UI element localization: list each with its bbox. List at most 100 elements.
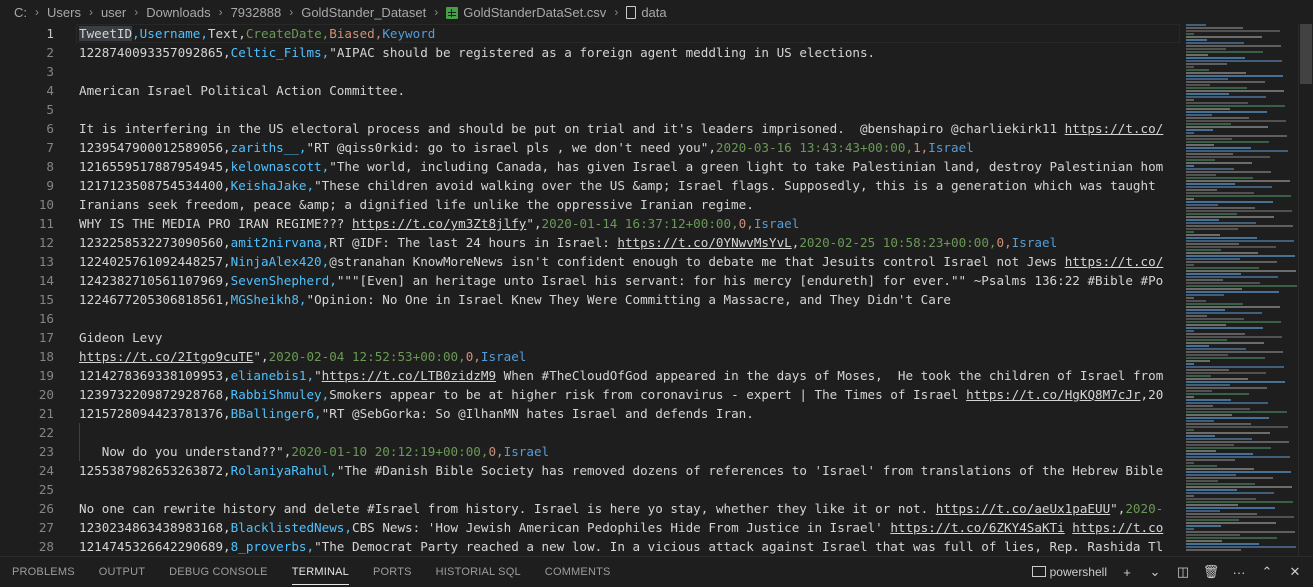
minimap-line bbox=[1186, 246, 1276, 248]
panel-tab-problems[interactable]: PROBLEMS bbox=[0, 557, 87, 587]
code-line[interactable]: 10 Iranians seek freedom, peace &amp; a d… bbox=[0, 195, 1180, 214]
breadcrumb-item[interactable]: C: bbox=[12, 5, 29, 20]
breadcrumb-item[interactable]: GoldStander_Dataset bbox=[299, 5, 428, 20]
code-line[interactable]: 25 bbox=[0, 480, 1180, 499]
code-line[interactable]: 15 1224677205306818561,MGSheikh8,"Opinion… bbox=[0, 290, 1180, 309]
split-icon[interactable]: ◫ bbox=[1175, 564, 1191, 580]
minimap-line bbox=[1186, 78, 1228, 80]
panel-tab-debug-console[interactable]: DEBUG CONSOLE bbox=[157, 557, 280, 587]
minimap-line bbox=[1186, 417, 1269, 419]
code-line[interactable]: 22 bbox=[0, 423, 1180, 442]
csv-token: zariths__, bbox=[230, 140, 307, 155]
minimap-line bbox=[1186, 180, 1290, 182]
csv-token: amit2nirvana, bbox=[230, 235, 330, 250]
code-line[interactable]: 11 WHY IS THE MEDIA PRO IRAN REGIME??? ht… bbox=[0, 214, 1180, 233]
link-token[interactable]: https://t.co/ym3Zt8jlfy bbox=[352, 216, 526, 231]
code-line[interactable]: 14 1242382710561107969,SevenShepherd,"""[… bbox=[0, 271, 1180, 290]
trash-icon[interactable]: 🗑 bbox=[1203, 564, 1220, 580]
code-line[interactable]: 8 1216559517887954945,kelownascott,"The w… bbox=[0, 157, 1180, 176]
csv-token: ,Username, bbox=[132, 26, 208, 41]
code-line[interactable]: 7 1239547900012589056,zariths__,"RT @qiss… bbox=[0, 138, 1180, 157]
code-line[interactable]: 5 bbox=[0, 100, 1180, 119]
more-icon[interactable]: ··· bbox=[1231, 564, 1247, 580]
minimap[interactable] bbox=[1186, 24, 1298, 556]
code-line[interactable]: 12 1232258532273090560,amit2nirvana,RT @I… bbox=[0, 233, 1180, 252]
csv-token: 2020-02-25 10:58:23+00:00, bbox=[799, 235, 997, 250]
code-line[interactable]: 20 1239732209872928768,RabbiShmuley,Smoke… bbox=[0, 385, 1180, 404]
scroll-thumb[interactable] bbox=[1300, 24, 1312, 84]
code-line[interactable]: 16 bbox=[0, 309, 1180, 328]
panel-tab-output[interactable]: OUTPUT bbox=[87, 557, 157, 587]
breadcrumb-item[interactable]: user bbox=[99, 5, 128, 20]
breadcrumb-item[interactable]: GoldStanderDataSet.csv bbox=[444, 5, 608, 20]
code-line[interactable]: 21 1215728094423781376,BBallinger6,"RT @S… bbox=[0, 404, 1180, 423]
panel-tab-comments[interactable]: COMMENTS bbox=[533, 557, 623, 587]
csv-token: kelownascott, bbox=[230, 159, 330, 174]
code-line[interactable]: 24 1255387982653263872,RolaniyaRahul,"The… bbox=[0, 461, 1180, 480]
csv-token: Israel bbox=[1011, 235, 1058, 250]
panel-tab-historial-sql[interactable]: HISTORIAL SQL bbox=[424, 557, 533, 587]
terminal-selector[interactable]: powershell bbox=[1031, 565, 1107, 579]
minimap-line bbox=[1186, 534, 1240, 536]
editor[interactable]: 1 TweetID,Username,Text,CreateDate,Biased… bbox=[0, 24, 1180, 556]
minimap-line bbox=[1186, 69, 1209, 71]
csv-token: 1239547900012589056, bbox=[79, 140, 231, 155]
code-line[interactable]: 1 TweetID,Username,Text,CreateDate,Biased… bbox=[0, 24, 1180, 43]
chevron-down-icon[interactable]: ⌄ bbox=[1147, 564, 1163, 580]
breadcrumb-item[interactable]: Users bbox=[45, 5, 83, 20]
link-token[interactable]: https://t.co/HgKQ8M7cJr bbox=[966, 387, 1140, 402]
code-line[interactable]: 28 1214745326642290689,8_proverbs,"The De… bbox=[0, 537, 1180, 556]
minimap-line bbox=[1186, 210, 1292, 212]
code-line[interactable]: 13 1224025761092448257,NinjaAlex420,@stra… bbox=[0, 252, 1180, 271]
panel-tab-ports[interactable]: PORTS bbox=[361, 557, 424, 587]
minimap-line bbox=[1186, 195, 1291, 197]
code-line[interactable]: 26 No one can rewrite history and delete … bbox=[0, 499, 1180, 518]
minimap-line bbox=[1186, 273, 1241, 275]
code-line[interactable]: 2 1228740093357092865,Celtic_Films,"AIPAC… bbox=[0, 43, 1180, 62]
indent-guide bbox=[79, 423, 80, 461]
link-token[interactable]: https://t.co bbox=[1072, 520, 1163, 535]
breadcrumb-item[interactable]: 7932888 bbox=[229, 5, 284, 20]
code-line[interactable]: 18 https://t.co/2Itgo9cuTE",2020-02-04 12… bbox=[0, 347, 1180, 366]
link-token[interactable]: https://t.co/LTB0zidzM9 bbox=[322, 368, 496, 383]
close-icon[interactable]: ✕ bbox=[1287, 564, 1303, 580]
link-token[interactable]: https://t.co/6ZKY4SaKTi bbox=[890, 520, 1064, 535]
csv-token: No one can rewrite history and delete #I… bbox=[79, 501, 936, 516]
code-line[interactable]: 4 American Israel Political Action Commit… bbox=[0, 81, 1180, 100]
link-token[interactable]: https://t.co/ bbox=[1065, 121, 1164, 136]
minimap-line bbox=[1186, 339, 1227, 341]
link-token[interactable]: https://t.co/aeUx1paEUU bbox=[936, 501, 1110, 516]
line-number: 11 bbox=[38, 216, 54, 231]
line-content: 1239732209872928768,RabbiShmuley,Smokers… bbox=[79, 385, 1163, 404]
code-line[interactable]: 27 1230234863438983168,BlacklistedNews,CB… bbox=[0, 518, 1180, 537]
line-number: 23 bbox=[38, 444, 54, 459]
code-line[interactable]: 19 1214278369338109953,elianebis1,"https:… bbox=[0, 366, 1180, 385]
line-number: 25 bbox=[38, 482, 54, 497]
minimap-line bbox=[1186, 387, 1267, 389]
minimap-line bbox=[1186, 393, 1249, 395]
minimap-line bbox=[1186, 501, 1293, 503]
plus-icon[interactable]: + bbox=[1119, 564, 1135, 580]
chevron-up-icon[interactable]: ⌃ bbox=[1259, 564, 1275, 580]
vertical-scrollbar[interactable] bbox=[1298, 24, 1313, 556]
link-token[interactable]: https://t.co/2Itgo9cuTE bbox=[79, 349, 253, 364]
minimap-line bbox=[1186, 270, 1296, 272]
minimap-line bbox=[1186, 462, 1194, 464]
code-line[interactable]: 6 It is interfering in the US electoral p… bbox=[0, 119, 1180, 138]
link-token[interactable]: https://t.co/0YNwvMsYvL bbox=[617, 235, 791, 250]
code-line[interactable]: 23 Now do you understand??",2020-01-10 2… bbox=[0, 442, 1180, 461]
panel-tab-terminal[interactable]: TERMINAL bbox=[280, 557, 361, 587]
csv-token: Celtic_Films, bbox=[230, 45, 330, 60]
breadcrumb-item[interactable]: data bbox=[624, 5, 668, 20]
line-content: 1242382710561107969,SevenShepherd,"""[Ev… bbox=[79, 271, 1163, 290]
code-line[interactable]: 17 Gideon Levy bbox=[0, 328, 1180, 347]
code-line[interactable]: 3 bbox=[0, 62, 1180, 81]
link-token[interactable]: https://t.co/ bbox=[1065, 254, 1164, 269]
minimap-line bbox=[1186, 105, 1285, 107]
minimap-line bbox=[1186, 54, 1208, 56]
line-content: 1228740093357092865,Celtic_Films,"AIPAC … bbox=[79, 43, 875, 62]
code-line[interactable]: 9 1217123508754534400,KeishaJake,"These c… bbox=[0, 176, 1180, 195]
line-content: 1214278369338109953,elianebis1,"https://… bbox=[79, 366, 1163, 385]
minimap-line bbox=[1186, 396, 1194, 398]
breadcrumb-item[interactable]: Downloads bbox=[144, 5, 212, 20]
